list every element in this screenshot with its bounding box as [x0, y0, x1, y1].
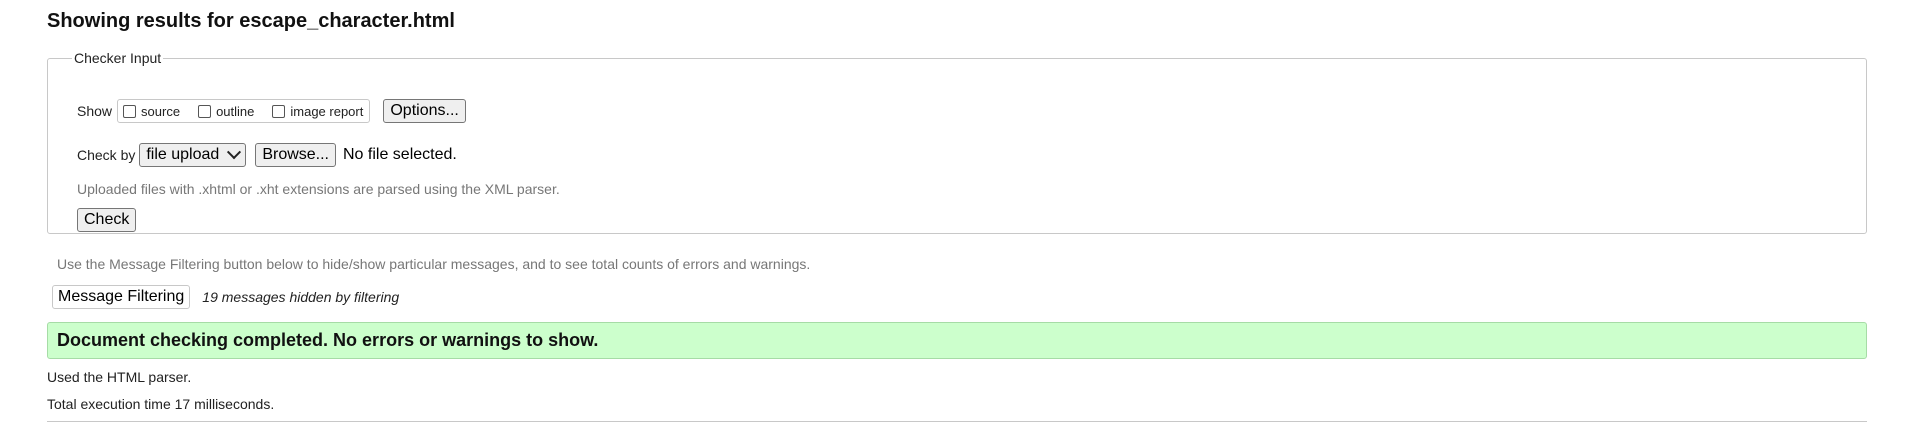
check-by-select[interactable]: file upload — [139, 143, 247, 167]
source-checkbox[interactable] — [123, 104, 137, 118]
checker-input-panel: Checker Input Show source outline image … — [47, 50, 1867, 234]
options-button[interactable]: Options... — [383, 99, 466, 123]
success-banner: Document checking completed. No errors o… — [47, 322, 1867, 359]
image-report-checkbox-label: image report — [290, 103, 364, 119]
page-title: Showing results for escape_character.htm… — [47, 10, 455, 32]
message-filtering-button[interactable]: Message Filtering — [52, 285, 191, 309]
chevron-down-icon — [227, 145, 242, 160]
source-checkbox-label: source — [141, 103, 181, 119]
checker-input-legend: Checker Input — [74, 50, 162, 66]
filtering-row: Message Filtering 19 messages hidden by … — [52, 285, 399, 309]
check-row: Check — [77, 208, 137, 232]
parser-info: Used the HTML parser. — [47, 369, 192, 385]
upload-note: Uploaded files with .xhtml or .xht exten… — [77, 181, 560, 197]
show-image-report-option[interactable]: image report — [272, 104, 363, 119]
outline-checkbox-label: outline — [216, 103, 255, 119]
hidden-messages-count: 19 messages hidden by filtering — [202, 289, 400, 305]
divider — [47, 421, 1867, 422]
validator-results-page: Showing results for escape_character.htm… — [0, 0, 1909, 439]
browse-button[interactable]: Browse... — [255, 143, 336, 167]
image-report-checkbox[interactable] — [272, 104, 286, 118]
execution-time: Total execution time 17 milliseconds. — [47, 396, 275, 412]
show-options-group: source outline image report — [117, 99, 371, 123]
check-by-row: Check by file upload Browse... No file s… — [77, 143, 457, 167]
check-button[interactable]: Check — [77, 208, 137, 232]
show-source-option[interactable]: source — [123, 104, 180, 119]
check-by-selected-value: file upload — [146, 146, 220, 163]
check-by-label: Check by — [77, 147, 136, 163]
outline-checkbox[interactable] — [198, 104, 212, 118]
show-label: Show — [77, 103, 113, 119]
show-outline-option[interactable]: outline — [198, 104, 254, 119]
show-options-row: Show source outline image report Options… — [77, 99, 466, 123]
file-status: No file selected. — [343, 146, 457, 163]
filtering-note: Use the Message Filtering button below t… — [57, 256, 811, 272]
